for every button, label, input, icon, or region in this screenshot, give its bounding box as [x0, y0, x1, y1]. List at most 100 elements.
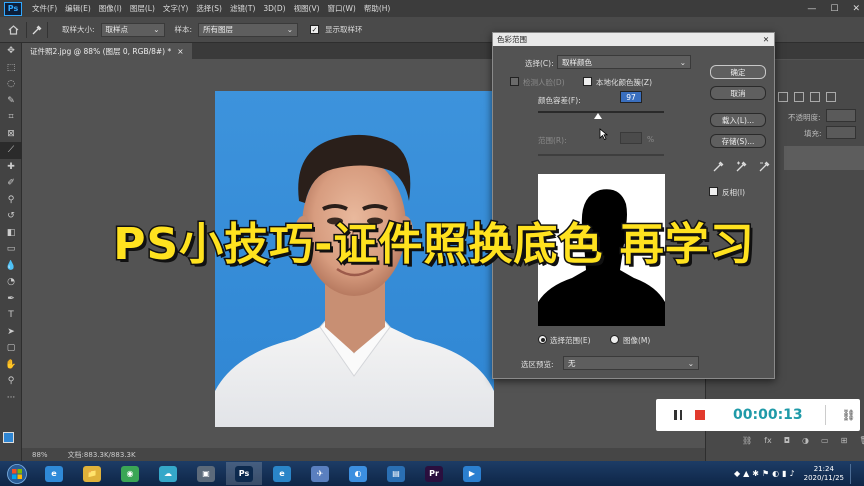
- dialog-titlebar[interactable]: 色彩范围 ✕: [493, 33, 774, 46]
- menu-edit[interactable]: 编辑(E): [61, 3, 95, 14]
- taskbar-app[interactable]: Pr: [416, 462, 452, 485]
- pen-tool-icon[interactable]: ✒: [0, 291, 22, 308]
- start-button[interactable]: [0, 462, 34, 485]
- taskbar-app[interactable]: ☁: [150, 462, 186, 485]
- sample-select[interactable]: 所有图层 ⌄: [198, 22, 299, 37]
- taskbar-app[interactable]: ▣: [188, 462, 224, 485]
- color-swatches[interactable]: [3, 432, 19, 448]
- stamp-tool-icon[interactable]: ⚲: [0, 192, 22, 209]
- blur-tool-icon[interactable]: 💧: [0, 258, 22, 275]
- clock[interactable]: 21:24 2020/11/25: [804, 465, 844, 483]
- gradient-tool-icon[interactable]: ▭: [0, 241, 22, 258]
- link-layers-icon[interactable]: ⛓: [742, 436, 752, 445]
- new-layer-icon[interactable]: ⊞: [841, 436, 848, 445]
- marquee-tool-icon[interactable]: ⬚: [0, 60, 22, 77]
- ok-button[interactable]: 确定: [710, 65, 766, 79]
- detect-faces-checkbox[interactable]: [510, 77, 519, 86]
- zoom-level[interactable]: 88%: [32, 451, 48, 459]
- selection-preview-select[interactable]: 无 ⌄: [563, 356, 699, 370]
- eraser-tool-icon[interactable]: ◧: [0, 225, 22, 242]
- invert-checkbox[interactable]: [709, 187, 718, 196]
- menu-help[interactable]: 帮助(H): [360, 3, 395, 14]
- eyedropper-minus-icon[interactable]: [759, 161, 770, 174]
- fuzziness-slider-thumb[interactable]: [594, 113, 603, 119]
- taskbar-app[interactable]: ▶: [454, 462, 490, 485]
- dodge-tool-icon[interactable]: ◔: [0, 274, 22, 291]
- group-icon[interactable]: ▭: [821, 436, 829, 445]
- menu-filter[interactable]: 滤镜(T): [226, 3, 259, 14]
- fuzziness-input[interactable]: 97: [620, 91, 642, 103]
- taskbar-app[interactable]: ◐: [340, 462, 376, 485]
- ie-icon: e: [45, 465, 63, 482]
- more-tools-icon[interactable]: ···: [0, 390, 22, 407]
- window-controls: — ☐ ✕: [807, 0, 860, 17]
- show-sampling-ring-checkbox[interactable]: ✓: [310, 25, 320, 34]
- adjustment-icon[interactable]: ◑: [802, 436, 809, 445]
- eyedropper-tool-icon[interactable]: ⟋: [0, 142, 22, 159]
- fx-icon[interactable]: fx: [764, 436, 772, 445]
- eyedropper-plus-icon[interactable]: [736, 161, 747, 174]
- shape-tool-icon[interactable]: ▢: [0, 340, 22, 357]
- zoom-tool-icon[interactable]: ⚲: [0, 373, 22, 390]
- crop-tool-icon[interactable]: ⌗: [0, 109, 22, 126]
- pause-icon[interactable]: [674, 410, 682, 420]
- selection-radio[interactable]: [538, 335, 547, 344]
- stop-icon[interactable]: [695, 410, 705, 420]
- layer-row[interactable]: [784, 146, 864, 170]
- eyedropper-icon[interactable]: [713, 161, 724, 174]
- mask-icon[interactable]: ◘: [784, 436, 790, 445]
- maximize-button[interactable]: ☐: [830, 4, 838, 14]
- menu-file[interactable]: 文件(F): [28, 3, 61, 14]
- trash-icon[interactable]: 🗑: [859, 436, 864, 445]
- save-button[interactable]: 存储(S)...: [710, 134, 766, 148]
- screen-recorder-widget: 00:00:13 ⛓: [656, 399, 860, 431]
- load-button[interactable]: 载入(L)...: [710, 113, 766, 127]
- type-tool-icon[interactable]: T: [0, 307, 22, 324]
- menu-3d[interactable]: 3D(D): [259, 4, 289, 13]
- menu-select[interactable]: 选择(S): [192, 3, 226, 14]
- taskbar-app[interactable]: e: [264, 462, 300, 485]
- menu-window[interactable]: 窗口(W): [324, 3, 360, 14]
- hand-tool-icon[interactable]: ✋: [0, 357, 22, 374]
- healing-tool-icon[interactable]: ✚: [0, 159, 22, 176]
- history-brush-tool-icon[interactable]: ↺: [0, 208, 22, 225]
- close-button[interactable]: ✕: [852, 4, 860, 14]
- move-tool-icon[interactable]: ✥: [0, 43, 22, 60]
- cancel-button[interactable]: 取消: [710, 86, 766, 100]
- lasso-tool-icon[interactable]: ◌: [0, 76, 22, 93]
- menu-view[interactable]: 视图(V): [290, 3, 324, 14]
- path-select-tool-icon[interactable]: ➤: [0, 324, 22, 341]
- image-radio[interactable]: [610, 335, 619, 344]
- show-desktop-button[interactable]: [850, 463, 856, 484]
- menu-layer[interactable]: 图层(L): [126, 3, 159, 14]
- edge-icon: e: [273, 465, 291, 482]
- taskbar-app[interactable]: ▤: [378, 462, 414, 485]
- dialog-close-icon[interactable]: ✕: [758, 35, 774, 44]
- taskbar-app[interactable]: Ps: [226, 462, 262, 485]
- localized-checkbox[interactable]: [583, 77, 592, 86]
- minimize-button[interactable]: —: [807, 4, 816, 14]
- menu-image[interactable]: 图像(I): [95, 3, 126, 14]
- link-icon[interactable]: ⛓: [842, 409, 856, 422]
- taskbar-app[interactable]: e: [36, 462, 72, 485]
- home-icon[interactable]: [6, 23, 20, 37]
- frame-tool-icon[interactable]: ⊠: [0, 126, 22, 143]
- taskbar-app[interactable]: ✈: [302, 462, 338, 485]
- opacity-field[interactable]: [826, 109, 856, 122]
- taskbar-app[interactable]: ◉: [112, 462, 148, 485]
- tray-icons[interactable]: ◆▲✱⚑◐▮♪: [734, 469, 798, 478]
- range-unit: %: [647, 135, 655, 144]
- chevron-down-icon: ⌄: [687, 358, 694, 368]
- brush-tool-icon[interactable]: ✐: [0, 175, 22, 192]
- eyedropper-tool-icon[interactable]: [26, 21, 48, 38]
- document-tab[interactable]: 证件照2.jpg @ 88% (图层 0, RGB/8#) * ×: [22, 43, 192, 59]
- taskbar-app[interactable]: 📁: [74, 462, 110, 485]
- select-dropdown[interactable]: 取样颜色 ⌄: [557, 55, 691, 69]
- fill-field[interactable]: [826, 126, 856, 139]
- document-size[interactable]: 文档:883.3K/883.3K: [68, 450, 136, 460]
- sample-size-select[interactable]: 取样点 ⌄: [100, 22, 165, 37]
- quick-select-tool-icon[interactable]: ✎: [0, 93, 22, 110]
- menu-type[interactable]: 文字(Y): [159, 3, 192, 14]
- foreground-color-swatch[interactable]: [3, 432, 14, 443]
- close-tab-icon[interactable]: ×: [177, 47, 183, 56]
